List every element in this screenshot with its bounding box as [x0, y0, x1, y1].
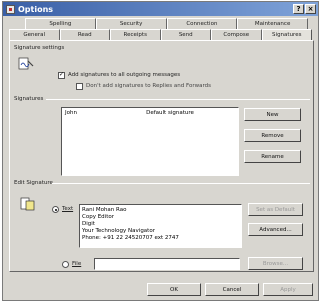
- edit-signature-divider: [52, 183, 310, 184]
- signature-text-line: Digit: [82, 221, 95, 227]
- signature-settings-icon: [18, 57, 34, 70]
- browse-button[interactable]: Browse...: [248, 257, 303, 270]
- title-bar: Options: [3, 2, 318, 16]
- add-to-all-checkbox[interactable]: [58, 71, 65, 79]
- window-title: Options: [18, 4, 54, 14]
- options-app-icon: [6, 4, 15, 14]
- tab-security[interactable]: Security: [95, 18, 167, 29]
- tab-row-1: Spelling Security Connection Maintenance: [25, 18, 308, 29]
- text-radio[interactable]: [52, 206, 59, 213]
- file-radio[interactable]: [62, 261, 69, 268]
- remove-button[interactable]: Remove: [244, 129, 301, 142]
- dont-add-replies-label: Don't add signatures to Replies and Forw…: [86, 83, 211, 89]
- signatures-panel: Signature settings Add signatures to all…: [9, 40, 314, 272]
- signature-text-line: Your Technology Navigator: [82, 228, 155, 234]
- signature-text-line: Copy Editor: [82, 214, 114, 220]
- edit-signature-icon: [20, 197, 35, 211]
- signatures-label: Signatures: [14, 96, 44, 102]
- tab-maintenance[interactable]: Maintenance: [237, 18, 308, 29]
- help-button[interactable]: ?: [293, 4, 304, 14]
- tab-compose[interactable]: Compose: [211, 29, 262, 40]
- tab-send[interactable]: Send: [160, 29, 211, 40]
- advanced-button[interactable]: Advanced...: [248, 223, 303, 236]
- signatures-list[interactable]: John Default signature: [61, 107, 239, 176]
- new-button[interactable]: New: [244, 108, 301, 121]
- options-window: Options ? × Spelling Security Connection…: [2, 1, 319, 301]
- dont-add-replies-checkbox[interactable]: [76, 83, 83, 90]
- tab-signatures[interactable]: Signatures: [261, 29, 312, 40]
- signature-name: John: [65, 110, 77, 116]
- ok-button[interactable]: OK: [147, 283, 201, 296]
- signature-settings-label: Signature settings: [14, 45, 65, 51]
- signatures-divider: [46, 99, 310, 100]
- file-option-label: File: [72, 261, 82, 267]
- add-to-all-label: Add signatures to all outgoing messages: [68, 72, 181, 78]
- text-option-label: Text: [62, 206, 74, 212]
- signature-note: Default signature: [146, 110, 194, 116]
- tab-row-2: General Read Receipts Send Compose Signa…: [9, 29, 312, 40]
- close-button[interactable]: ×: [305, 4, 316, 14]
- tab-general[interactable]: General: [9, 29, 60, 40]
- rename-button[interactable]: Rename: [244, 150, 301, 163]
- signature-list-item[interactable]: John Default signature: [65, 110, 235, 117]
- set-as-default-button[interactable]: Set as Default: [248, 203, 303, 216]
- tab-receipts[interactable]: Receipts: [110, 29, 161, 40]
- signature-text-line: Rani Mohan Rao: [82, 207, 127, 213]
- signature-text-line: Phone: +91 22 24520707 ext 2747: [82, 235, 179, 241]
- signature-text-editor[interactable]: Rani Mohan Rao Copy Editor Digit Your Te…: [79, 204, 242, 248]
- tab-connection[interactable]: Connection: [166, 18, 238, 29]
- tab-spelling[interactable]: Spelling: [25, 18, 96, 29]
- signature-file-path[interactable]: [94, 258, 240, 270]
- apply-button[interactable]: Apply: [263, 283, 313, 296]
- cancel-button[interactable]: Cancel: [205, 283, 259, 296]
- edit-signature-label: Edit Signature: [14, 180, 53, 186]
- tab-read[interactable]: Read: [59, 29, 110, 40]
